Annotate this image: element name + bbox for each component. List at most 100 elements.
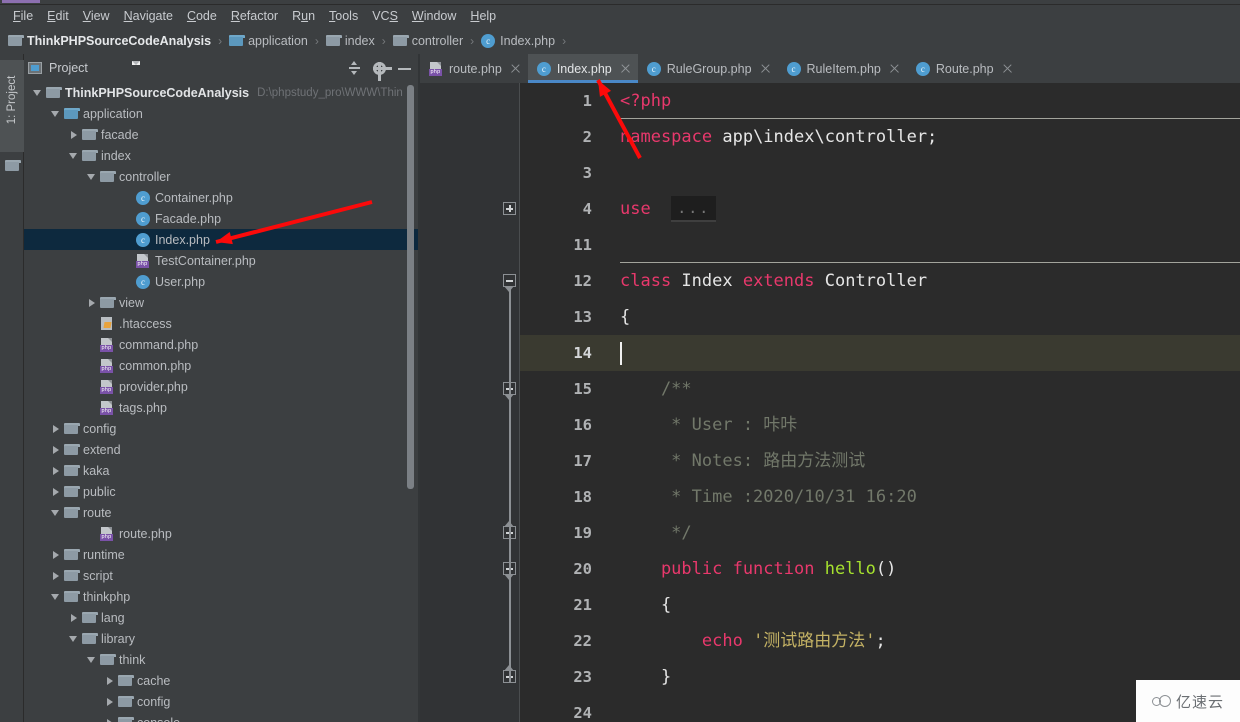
- tree-row-extend[interactable]: extend: [24, 439, 419, 460]
- code-content[interactable]: 1 <?php 2 namespace app\index\controller; 3 4…: [520, 83, 1240, 722]
- code-line-18[interactable]: 18 * Time :2020/10/31 16:20: [520, 479, 1240, 515]
- menu-item-help[interactable]: Help: [463, 7, 503, 26]
- chevron-down-icon[interactable]: [32, 87, 44, 99]
- code-folding-gutter[interactable]: [500, 83, 520, 722]
- tree-row-console[interactable]: console: [24, 712, 419, 722]
- code-line-1[interactable]: 1 <?php: [520, 83, 1240, 119]
- menu-item-run[interactable]: Run: [285, 7, 322, 26]
- chevron-down-icon[interactable]: [86, 654, 98, 666]
- chevron-down-icon[interactable]: [50, 591, 62, 603]
- code-line-16[interactable]: 16 * User : 咔咔: [520, 407, 1240, 443]
- tree-row-kaka[interactable]: kaka: [24, 460, 419, 481]
- chevron-right-icon[interactable]: [50, 549, 62, 561]
- menu-item-view[interactable]: View: [76, 7, 117, 26]
- tree-row-thinkphpsourcecodeanalysis[interactable]: ThinkPHPSourceCodeAnalysis D:\phpstudy_pr…: [24, 82, 419, 103]
- collapse-all-button[interactable]: [343, 57, 365, 79]
- chevron-right-icon[interactable]: [104, 696, 116, 708]
- code-line-23[interactable]: 23 }: [520, 659, 1240, 695]
- chevron-right-icon[interactable]: [50, 465, 62, 477]
- tree-row-config[interactable]: config: [24, 418, 419, 439]
- menu-item-navigate[interactable]: Navigate: [117, 7, 180, 26]
- menu-item-window[interactable]: Window: [405, 7, 463, 26]
- tree-row-route[interactable]: route: [24, 502, 419, 523]
- code-line-21[interactable]: 21 {: [520, 587, 1240, 623]
- tree-row-command-php[interactable]: php command.php: [24, 334, 419, 355]
- editor-tab-index-php[interactable]: c Index.php: [527, 54, 638, 83]
- chevron-down-icon[interactable]: [50, 507, 62, 519]
- chevron-right-icon[interactable]: [50, 423, 62, 435]
- close-icon[interactable]: [760, 63, 771, 74]
- code-line-12[interactable]: 12 class Index extends Controller: [520, 263, 1240, 299]
- chevron-right-icon[interactable]: [86, 297, 98, 309]
- close-icon[interactable]: [510, 63, 521, 74]
- sidebar-item-project-toolwindow[interactable]: 1: Project: [0, 60, 24, 152]
- breadcrumb-item-index[interactable]: index: [325, 34, 375, 48]
- code-line-11[interactable]: 11: [520, 227, 1240, 263]
- tree-row--htaccess[interactable]: .htaccess: [24, 313, 419, 334]
- code-line-2[interactable]: 2 namespace app\index\controller;: [520, 119, 1240, 155]
- tree-row-view[interactable]: view: [24, 292, 419, 313]
- chevron-down-icon[interactable]: [132, 61, 140, 65]
- close-icon[interactable]: [620, 63, 631, 74]
- chevron-right-icon[interactable]: [68, 129, 80, 141]
- menu-item-tools[interactable]: Tools: [322, 7, 365, 26]
- tree-row-provider-php[interactable]: php provider.php: [24, 376, 419, 397]
- tree-row-common-php[interactable]: php common.php: [24, 355, 419, 376]
- code-line-14[interactable]: 14: [520, 335, 1240, 371]
- chevron-right-icon[interactable]: [50, 486, 62, 498]
- tree-row-thinkphp[interactable]: thinkphp: [24, 586, 419, 607]
- breadcrumb-item-controller[interactable]: controller: [392, 34, 463, 48]
- chevron-right-icon[interactable]: [50, 570, 62, 582]
- menu-item-code[interactable]: Code: [180, 7, 224, 26]
- project-tree[interactable]: ThinkPHPSourceCodeAnalysis D:\phpstudy_pr…: [24, 82, 419, 722]
- tree-row-config[interactable]: config: [24, 691, 419, 712]
- editor-tab-ruleitem-php[interactable]: c RuleItem.php: [778, 54, 907, 83]
- chevron-right-icon[interactable]: [104, 717, 116, 722]
- breadcrumb-item-thinkphpsourcecodeanalysis[interactable]: ThinkPHPSourceCodeAnalysis: [8, 34, 211, 48]
- tree-row-facade[interactable]: facade: [24, 124, 419, 145]
- tree-row-lang[interactable]: lang: [24, 607, 419, 628]
- tree-row-facade-php[interactable]: c Facade.php: [24, 208, 419, 229]
- tree-row-think[interactable]: think: [24, 649, 419, 670]
- tree-row-testcontainer-php[interactable]: php TestContainer.php: [24, 250, 419, 271]
- code-line-17[interactable]: 17 * Notes: 路由方法测试: [520, 443, 1240, 479]
- menu-item-edit[interactable]: Edit: [40, 7, 76, 26]
- chevron-down-icon[interactable]: [86, 171, 98, 183]
- tree-row-controller[interactable]: controller: [24, 166, 419, 187]
- code-line-20[interactable]: 20 public function hello(): [520, 551, 1240, 587]
- code-line-3[interactable]: 3: [520, 155, 1240, 191]
- chevron-down-icon[interactable]: [68, 150, 80, 162]
- editor-tab-route-php[interactable]: php route.php: [420, 54, 528, 83]
- chevron-down-icon[interactable]: [50, 108, 62, 120]
- tree-row-user-php[interactable]: c User.php: [24, 271, 419, 292]
- close-icon[interactable]: [889, 63, 900, 74]
- menu-item-vcs[interactable]: VCS: [365, 7, 405, 26]
- tree-row-tags-php[interactable]: php tags.php: [24, 397, 419, 418]
- folded-region-placeholder[interactable]: ...: [671, 196, 717, 222]
- fold-marker-12[interactable]: [503, 274, 516, 292]
- code-line-19[interactable]: 19 */: [520, 515, 1240, 551]
- code-line-4[interactable]: 4 use ...: [520, 191, 1240, 227]
- close-icon[interactable]: [1002, 63, 1013, 74]
- tree-row-index[interactable]: index: [24, 145, 419, 166]
- chevron-right-icon[interactable]: [68, 612, 80, 624]
- code-line-22[interactable]: 22 echo '测试路由方法';: [520, 623, 1240, 659]
- code-editor[interactable]: 1 <?php 2 namespace app\index\controller; 3 4…: [420, 83, 1240, 722]
- editor-tab-route-php[interactable]: c Route.php: [907, 54, 1020, 83]
- editor-tab-rulegroup-php[interactable]: c RuleGroup.php: [638, 54, 778, 83]
- chevron-right-icon[interactable]: [104, 675, 116, 687]
- menu-item-file[interactable]: File: [6, 7, 40, 26]
- chevron-right-icon[interactable]: [50, 444, 62, 456]
- tree-row-public[interactable]: public: [24, 481, 419, 502]
- breadcrumb-item-index-php[interactable]: c Index.php: [481, 33, 555, 48]
- tree-row-container-php[interactable]: c Container.php: [24, 187, 419, 208]
- breadcrumb-item-application[interactable]: application: [229, 34, 308, 48]
- hide-button[interactable]: [393, 57, 415, 79]
- settings-button[interactable]: [368, 57, 392, 81]
- fold-marker-4[interactable]: [503, 202, 516, 215]
- project-panel-scrollbar[interactable]: [407, 85, 414, 489]
- code-line-24[interactable]: 24: [520, 695, 1240, 722]
- code-line-13[interactable]: 13 {: [520, 299, 1240, 335]
- tree-row-cache[interactable]: cache: [24, 670, 419, 691]
- tree-row-route-php[interactable]: php route.php: [24, 523, 419, 544]
